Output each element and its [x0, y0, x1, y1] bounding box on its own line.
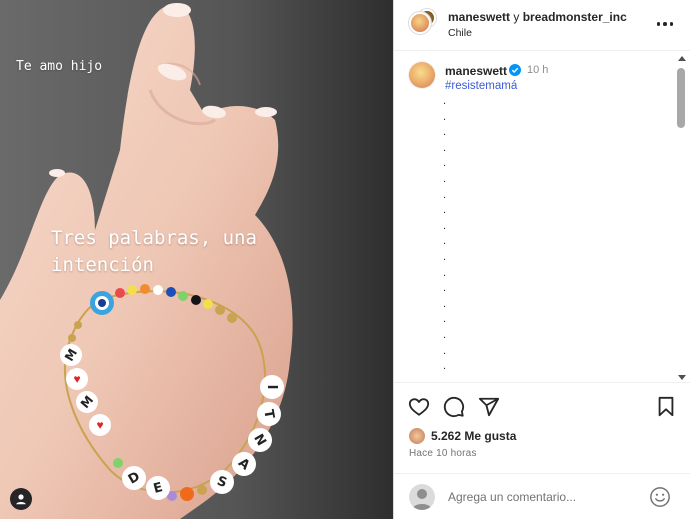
caption-dot: . [443, 172, 447, 185]
author-avatar[interactable] [409, 12, 431, 34]
bookmark-icon [658, 396, 674, 417]
caption-dot: . [443, 282, 447, 295]
caption-dot: . [443, 328, 447, 341]
caption-dot: . [443, 360, 447, 373]
caption-dot: . [443, 110, 447, 123]
add-comment-bar [394, 473, 690, 519]
caption-dot: . [443, 126, 447, 139]
scroll-up-arrow-icon[interactable] [678, 56, 686, 61]
post-media[interactable]: M ♥ M ♥ D E S A N T I Te amo hijo Tres p… [0, 0, 393, 519]
story-text-top: Te amo hijo [16, 59, 103, 74]
letter-bead: ♥ [89, 414, 111, 436]
emoji-icon [650, 487, 670, 507]
comment-icon [443, 396, 465, 418]
letter-bead: I [260, 375, 284, 399]
post-panel: maneswett y breadmonster_inc Chile manes… [393, 0, 690, 519]
letter-bead: ♥ [66, 368, 88, 390]
tagged-users-button[interactable] [10, 488, 32, 510]
more-options-button[interactable] [653, 14, 677, 34]
caption-dot: . [443, 188, 447, 201]
post-location-link[interactable]: Chile [448, 27, 472, 39]
like-button[interactable] [407, 395, 431, 419]
author-username-link[interactable]: maneswett [448, 10, 510, 24]
caption-avatar[interactable] [409, 62, 435, 88]
save-button[interactable] [654, 395, 678, 419]
emoji-button[interactable] [649, 486, 671, 508]
caption-dot: . [443, 204, 447, 217]
caption-dot: . [443, 235, 447, 248]
more-icon [656, 22, 661, 26]
likes-summary[interactable]: 5.262 Me gusta [409, 427, 516, 445]
caption-scrollbar[interactable] [677, 56, 687, 382]
verified-badge-icon [509, 64, 521, 76]
caption-dot: . [443, 313, 447, 326]
user-tag-icon [16, 494, 26, 505]
authors-joiner: y [513, 10, 520, 24]
caption-dot: . [443, 95, 447, 107]
heart-icon [408, 398, 430, 416]
caption-dot: . [443, 344, 447, 357]
likes-count[interactable]: 5.262 Me gusta [431, 429, 516, 443]
caption-dot: . [443, 157, 447, 170]
hashtag-link[interactable]: #resistemamá [445, 80, 517, 92]
caption-dot: . [443, 250, 447, 263]
caption-dot: . [443, 141, 447, 154]
current-user-avatar [409, 484, 435, 510]
caption-dot: . [443, 266, 447, 279]
share-icon [478, 397, 500, 417]
share-button[interactable] [477, 395, 501, 419]
scroll-down-arrow-icon[interactable] [678, 375, 686, 380]
post-time-ago[interactable]: Hace 10 horas [409, 448, 477, 459]
default-avatar-icon [412, 489, 432, 510]
comment-input[interactable] [448, 487, 638, 507]
caption-dot: . [443, 297, 447, 310]
scrollbar-thumb[interactable] [677, 68, 685, 128]
caption-section: maneswett 10 h #resistemamá . . . . . . … [394, 52, 690, 382]
post-header: maneswett y breadmonster_inc Chile [394, 0, 690, 51]
story-text-main: Tres palabras, una intención [51, 227, 257, 276]
caption-username-link[interactable]: maneswett [445, 64, 507, 78]
collab-username-link[interactable]: breadmonster_inc [523, 10, 627, 24]
post-authors: maneswett y breadmonster_inc [448, 10, 627, 24]
liker-avatar [409, 428, 425, 444]
post-actions: 5.262 Me gusta Hace 10 horas [394, 382, 690, 519]
caption-dot: . [443, 219, 447, 232]
caption-dots: . . . . . . . . . . . . . . . . . . [443, 94, 453, 375]
comment-button[interactable] [442, 395, 466, 419]
caption-timestamp: 10 h [527, 64, 549, 76]
